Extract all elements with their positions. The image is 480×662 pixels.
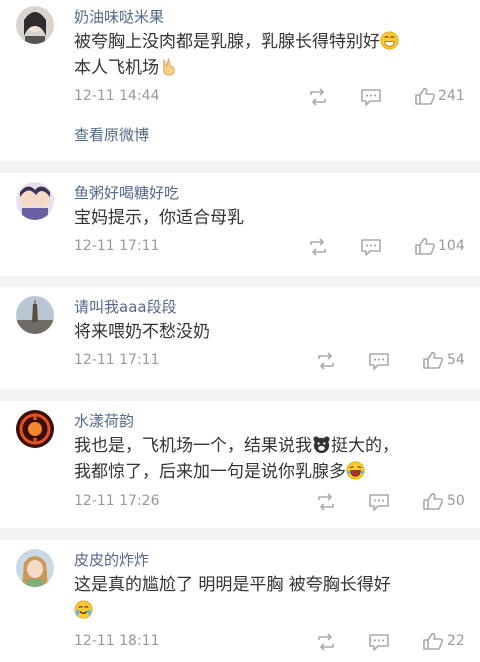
username[interactable]: 水漾荷韵 [74, 410, 134, 431]
repost-icon[interactable] [315, 493, 337, 511]
username[interactable]: 奶油味哒米果 [74, 6, 164, 27]
like-count: 241 [438, 88, 465, 104]
username[interactable]: 鱼粥好喝糖好吃 [74, 182, 179, 203]
avatar[interactable] [16, 296, 54, 334]
comment-item: 请叫我aaa段段 将来喂奶不愁没奶 12-11 17:11 54 [0, 287, 480, 389]
victory-hand-emoji-icon [159, 57, 178, 76]
username[interactable]: 皮皮的炸炸 [74, 549, 149, 570]
grin-emoji-icon [380, 31, 399, 50]
cry-laugh-emoji-icon [74, 600, 93, 619]
avatar[interactable] [16, 410, 54, 448]
bear-emoji-icon [312, 435, 331, 454]
laugh-tears-emoji-icon [346, 461, 365, 480]
comment-icon[interactable] [360, 88, 382, 106]
like-count: 104 [438, 238, 465, 254]
repost-icon[interactable] [307, 88, 329, 106]
timestamp: 12-11 17:11 [74, 238, 160, 254]
view-original-link[interactable]: 查看原微博 [74, 124, 149, 145]
comment-item: 奶油味哒米果 被夸胸上没肉都是乳腺，乳腺长得特别好 本人飞机场 12-11 14… [0, 0, 480, 161]
comment-icon[interactable] [368, 633, 390, 651]
comment-item: 皮皮的炸炸 这是真的尴尬了 明明是平胸 被夸胸长得好 12-11 18:11 2… [0, 540, 480, 662]
comment-icon[interactable] [368, 352, 390, 370]
timestamp: 12-11 18:11 [74, 633, 160, 649]
comment-text: 我也是，飞机场一个，结果说我 挺大的， 我都惊了，后来加一句是说你乳腺多 [74, 435, 399, 482]
comment-text: 宝妈提示，你适合母乳 [74, 208, 244, 228]
comment-item: 鱼粥好喝糖好吃 宝妈提示，你适合母乳 12-11 17:11 104 [0, 173, 480, 276]
comment-text: 被夸胸上没肉都是乳腺，乳腺长得特别好 本人飞机场 [74, 29, 460, 81]
timestamp: 12-11 17:11 [74, 352, 160, 368]
timestamp: 12-11 14:44 [74, 88, 160, 104]
like-icon[interactable] [422, 351, 444, 369]
like-count: 50 [447, 493, 465, 509]
avatar[interactable] [16, 182, 54, 220]
avatar[interactable] [16, 549, 54, 587]
like-count: 22 [447, 633, 465, 649]
repost-icon[interactable] [315, 633, 337, 651]
like-icon[interactable] [414, 87, 436, 105]
like-icon[interactable] [422, 492, 444, 510]
like-icon[interactable] [422, 632, 444, 650]
username[interactable]: 请叫我aaa段段 [74, 296, 177, 317]
comment-icon[interactable] [368, 493, 390, 511]
avatar[interactable] [16, 6, 54, 44]
comment-item: 水漾荷韵 我也是，飞机场一个，结果说我 挺大的， 我都惊了，后来加一句是说你乳腺多… [0, 401, 480, 528]
comment-text: 将来喂奶不愁没奶 [74, 322, 210, 342]
comment-icon[interactable] [360, 238, 382, 256]
timestamp: 12-11 17:26 [74, 493, 160, 509]
comment-text: 这是真的尴尬了 明明是平胸 被夸胸长得好 [74, 572, 460, 624]
like-icon[interactable] [414, 237, 436, 255]
like-count: 54 [447, 352, 465, 368]
repost-icon[interactable] [307, 238, 329, 256]
repost-icon[interactable] [315, 352, 337, 370]
